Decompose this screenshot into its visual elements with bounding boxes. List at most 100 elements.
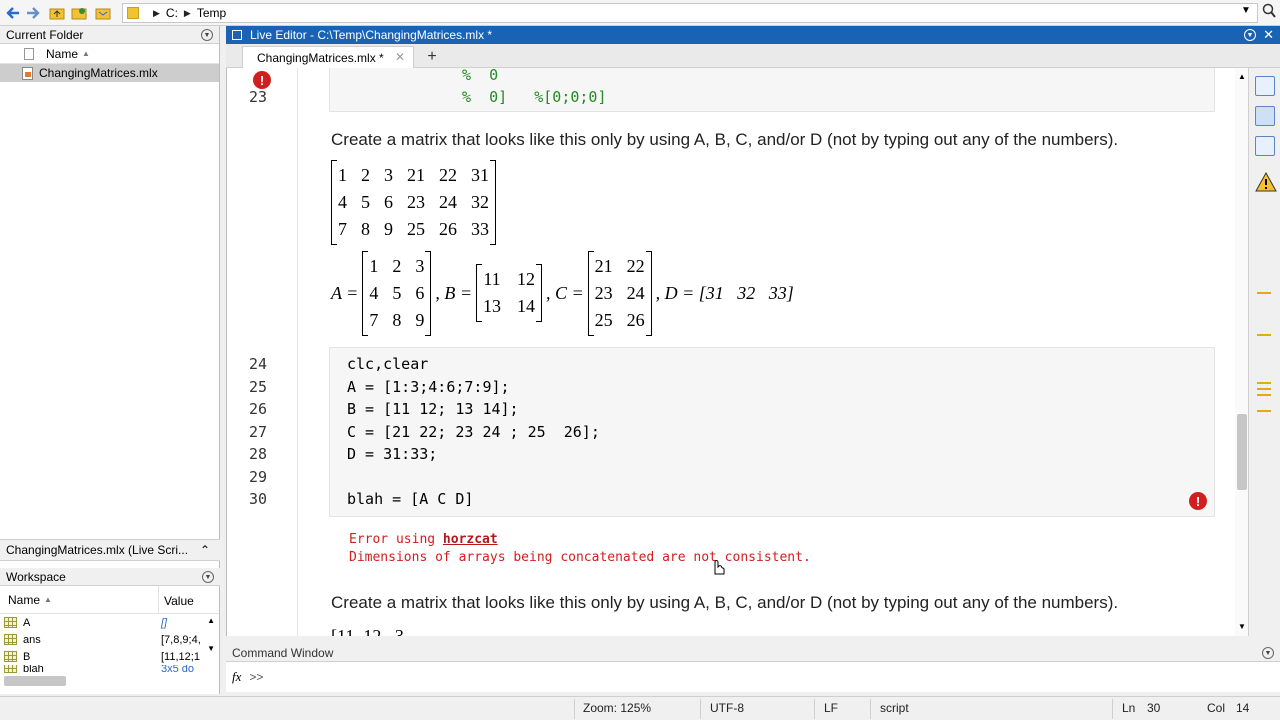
status-divider bbox=[870, 699, 871, 719]
editor-icon bbox=[232, 30, 242, 40]
code-block[interactable]: % 0 % 0] %[0;0;0] bbox=[329, 68, 1215, 112]
warning-marker[interactable] bbox=[1257, 394, 1271, 396]
code-line[interactable]: A = [1:3;4:6;7:9]; bbox=[347, 378, 510, 396]
matrix-cell: 25 bbox=[407, 219, 425, 239]
line-number: 30 bbox=[248, 490, 268, 508]
workspace-row[interactable]: blah 3x5 do bbox=[0, 665, 219, 673]
matrix-cell: 7 bbox=[338, 219, 347, 239]
error-icon[interactable]: ! bbox=[253, 71, 271, 89]
live-editor[interactable]: % 0 % 0] %[0;0;0] ! 2 3 Create a matrix t… bbox=[226, 68, 1248, 636]
matrix-cell: 21 bbox=[594, 255, 613, 276]
workspace-row[interactable]: B [11,12;1 bbox=[0, 648, 219, 665]
partial-matrix: [11 12 3 bbox=[331, 626, 404, 636]
warning-marker[interactable] bbox=[1257, 410, 1271, 412]
panel-menu-icon[interactable]: ▼ bbox=[201, 29, 213, 41]
scroll-up-icon[interactable]: ▲ bbox=[1238, 72, 1246, 81]
matrix-cell: 33 bbox=[471, 219, 489, 239]
line-label: Ln bbox=[1122, 701, 1136, 715]
line-number: 24 bbox=[248, 355, 268, 373]
warning-marker[interactable] bbox=[1257, 382, 1271, 384]
workspace-panel: Name ▲ Value A[] ans [7,8,9;4, B [11,12;1 … bbox=[0, 586, 220, 694]
code-line[interactable]: C = [21 22; 23 24 ; 25 26]; bbox=[347, 423, 600, 441]
a-label: A = bbox=[331, 282, 359, 303]
matrix-cell: 3 bbox=[415, 255, 425, 276]
command-prompt: >> bbox=[249, 670, 264, 684]
search-icon[interactable] bbox=[1262, 3, 1276, 19]
warning-marker[interactable] bbox=[1257, 334, 1271, 336]
matrix-cell: 2 bbox=[361, 165, 370, 185]
browse-folder-icon[interactable] bbox=[94, 4, 112, 22]
panel-menu-icon[interactable]: ▼ bbox=[1262, 647, 1274, 659]
matrix-cell: 26 bbox=[439, 219, 457, 239]
code-line[interactable]: blah = [A C D] bbox=[347, 490, 473, 508]
var-name: ans bbox=[23, 633, 41, 646]
variable-icon bbox=[4, 617, 17, 628]
var-value: 3x5 do bbox=[161, 665, 195, 673]
workspace-column-header: Name ▲ Value bbox=[0, 586, 219, 614]
address-field[interactable]: ▶ C: ▶ Temp bbox=[122, 3, 1258, 23]
hide-code-icon[interactable] bbox=[1255, 136, 1275, 156]
warning-icon[interactable] bbox=[1255, 171, 1277, 192]
path-segment[interactable]: Temp bbox=[197, 6, 226, 20]
matrix-cell: 6 bbox=[415, 282, 425, 303]
variable-icon bbox=[4, 665, 17, 673]
command-window-header: Command Window ▼ bbox=[226, 644, 1280, 662]
path-segment[interactable]: C: bbox=[166, 6, 178, 20]
error-function-link[interactable]: horzcat bbox=[443, 532, 498, 547]
file-row[interactable]: ChangingMatrices.mlx bbox=[0, 64, 219, 82]
path-separator-icon: ▶ bbox=[183, 7, 191, 18]
forward-icon[interactable] bbox=[24, 4, 42, 22]
folder-icon bbox=[127, 7, 139, 19]
matrix-6x3: 1 2 3 21 22 31 4 5 6 23 24 32 7 8 9 25 26 33 bbox=[331, 160, 496, 245]
output-right-icon[interactable] bbox=[1255, 76, 1275, 96]
tab-changingmatrices[interactable]: ChangingMatrices.mlx * ✕ bbox=[242, 46, 414, 68]
workspace-row[interactable]: A [] bbox=[0, 614, 219, 631]
line-number: 27 bbox=[248, 422, 268, 441]
workspace-row[interactable]: ans [7,8,9;4, bbox=[0, 631, 219, 648]
back-icon[interactable] bbox=[4, 4, 22, 22]
panel-menu-icon[interactable]: ▼ bbox=[202, 571, 214, 583]
code-line[interactable]: D = 31:33; bbox=[347, 445, 437, 463]
scroll-up-icon[interactable]: ▲ bbox=[207, 616, 215, 625]
variable-icon bbox=[4, 634, 17, 645]
up-folder-icon[interactable] bbox=[48, 4, 66, 22]
prompt-text: Create a matrix that looks like this onl… bbox=[331, 130, 1119, 149]
line-number: 28 bbox=[248, 445, 268, 463]
scrollbar-thumb[interactable] bbox=[1237, 414, 1247, 490]
editor-vertical-scrollbar[interactable]: ▲ ▼ bbox=[1235, 68, 1248, 636]
scroll-down-icon[interactable]: ▼ bbox=[207, 644, 215, 653]
horizontal-scrollbar[interactable] bbox=[4, 676, 66, 686]
details-bar[interactable]: ChangingMatrices.mlx (Live Scri... ⌃ bbox=[0, 539, 220, 561]
address-dropdown-icon[interactable]: ▼ bbox=[1241, 5, 1251, 16]
status-bar: Zoom: 125% UTF-8 LF script Ln 30 Col 14 bbox=[0, 696, 1280, 720]
matrix-cell: 6 bbox=[384, 192, 393, 212]
command-window[interactable]: fx >> bbox=[226, 662, 1280, 692]
name-column-header[interactable]: Name bbox=[46, 47, 78, 61]
scroll-down-icon[interactable]: ▼ bbox=[1238, 622, 1246, 631]
var-value: [7,8,9;4, bbox=[161, 633, 201, 646]
matrix-cell: 4 bbox=[369, 282, 379, 303]
collapse-icon[interactable]: ⌃ bbox=[200, 543, 210, 557]
tab-close-icon[interactable]: ✕ bbox=[395, 50, 405, 64]
code-line[interactable]: clc,clear bbox=[347, 355, 428, 373]
code-line: % 0 bbox=[462, 68, 499, 84]
error-prefix: Error using bbox=[349, 532, 443, 547]
matrix-cell: 26 bbox=[626, 309, 645, 330]
value-column-header[interactable]: Value bbox=[164, 594, 194, 608]
warning-marker[interactable] bbox=[1257, 292, 1271, 294]
var-value: [] bbox=[161, 616, 168, 629]
d-label: , D = [31 32 33] bbox=[655, 282, 794, 303]
output-inline-icon[interactable] bbox=[1255, 106, 1275, 126]
close-icon[interactable]: ✕ bbox=[1263, 27, 1274, 43]
error-icon[interactable]: ! bbox=[1189, 492, 1207, 510]
editor-menu-icon[interactable]: ▼ bbox=[1244, 29, 1256, 41]
fx-icon[interactable]: fx bbox=[232, 669, 241, 685]
new-tab-icon[interactable]: + bbox=[422, 48, 442, 66]
matrix-c: 21 22 23 24 25 26 bbox=[587, 250, 652, 336]
tab-bar: ChangingMatrices.mlx * ✕ + bbox=[226, 44, 1280, 68]
code-line[interactable]: B = [11 12; 13 14]; bbox=[347, 400, 519, 418]
new-folder-icon[interactable] bbox=[70, 4, 88, 22]
view-toolbar bbox=[1248, 68, 1280, 636]
warning-marker[interactable] bbox=[1257, 388, 1271, 390]
name-column-header[interactable]: Name bbox=[8, 593, 40, 607]
